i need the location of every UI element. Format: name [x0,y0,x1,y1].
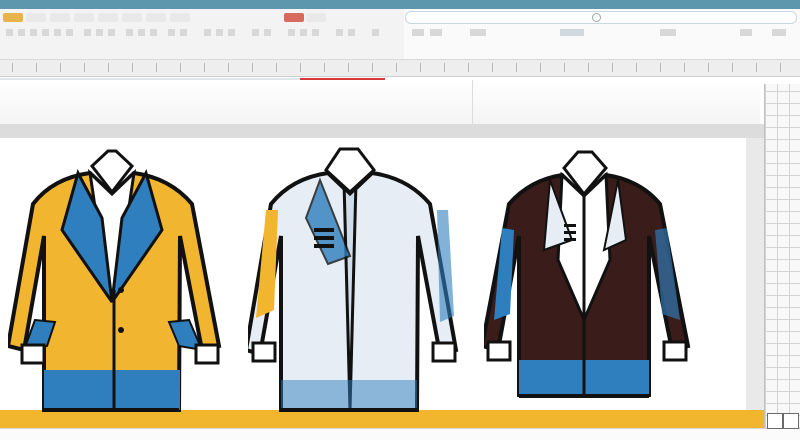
ruler-tick [12,63,13,72]
link-icon [288,29,295,36]
ruler-tick [108,63,109,72]
ruler-tick [588,63,589,72]
ruler-tick [396,63,397,72]
image-icon [216,29,223,36]
section-divider [0,124,780,138]
equation-icon [372,29,379,36]
smartart-icon [264,29,271,36]
comment-icon [300,29,307,36]
design-tab[interactable] [74,13,94,22]
page-margin [746,138,764,410]
ruler-tick [708,63,709,72]
bold-icon [42,29,49,36]
horizontal-ruler[interactable] [0,60,800,77]
ruler-tick [348,63,349,72]
ruler-tick [420,63,421,72]
format-tab[interactable] [306,13,326,22]
clipboard-icon [18,29,25,36]
align-icon [84,29,91,36]
find-icon [168,29,175,36]
review-tab[interactable] [146,13,166,22]
group-icon [430,29,442,36]
textbox-icon [336,29,343,36]
ruler-tick [36,63,37,72]
ruler-tick [780,63,781,72]
ruler-tick [156,63,157,72]
font-icon [30,29,37,36]
ruler-tick [660,63,661,72]
title-bar [0,0,800,9]
ruler-tick [372,63,373,72]
paste-icon [6,29,13,36]
ruler-tick [636,63,637,72]
ruler-tick [732,63,733,72]
table-icon [204,29,211,36]
ruler-tick [492,63,493,72]
home-tab[interactable] [26,13,46,22]
shape-icon [228,29,235,36]
ruler-tick [60,63,61,72]
side-grid-panel[interactable] [764,84,800,440]
panel-label-icon [560,29,584,36]
group-icon [740,29,752,36]
view-tab[interactable] [170,13,190,22]
grid-cell-icon [767,413,783,429]
highlight-tool-button[interactable] [284,13,304,22]
italic-icon [54,29,61,36]
ruler-tick [444,63,445,72]
search-icon [592,13,601,22]
ruler-tick [84,63,85,72]
yellow-blazer-illustration[interactable] [8,140,248,420]
status-bar [0,428,800,440]
ruler-tick [468,63,469,72]
layout-tab[interactable] [98,13,118,22]
style-icon [150,29,157,36]
ruler-tick [204,63,205,72]
search-input[interactable] [405,11,797,24]
white-jacket-svg [248,147,459,412]
ribbon [0,9,800,60]
ruler-tick [516,63,517,72]
ruler-tick [228,63,229,72]
header-icon [312,29,319,36]
underline-icon [66,29,73,36]
ruler-tick [180,63,181,72]
ruler-tick [252,63,253,72]
group-icon [772,29,786,36]
symbol-icon [348,29,355,36]
chart-icon [252,29,259,36]
ruler-tick [300,63,301,72]
indent-icon [108,29,115,36]
replace-icon [180,29,187,36]
ruler-tick [684,63,685,72]
ruler-tick [540,63,541,72]
group-icon [412,29,424,36]
style-icon [138,29,145,36]
yellow-blazer-svg [8,149,222,412]
dark-jacket-illustration[interactable] [484,140,724,420]
group-icon [470,29,486,36]
grid-cell-icon [783,413,799,429]
ruler-tick [564,63,565,72]
ruler-tick [324,63,325,72]
app-window [0,0,800,440]
document-header-area [0,80,760,124]
insert-tab[interactable] [50,13,70,22]
ruler-tick [612,63,613,72]
dark-jacket-svg [484,150,691,398]
white-jacket-illustration[interactable] [248,140,488,420]
ruler-tick [132,63,133,72]
references-tab[interactable] [122,13,142,22]
ruler-tick [276,63,277,72]
style-icon [126,29,133,36]
file-button[interactable] [3,13,23,22]
group-icon [660,29,676,36]
list-icon [96,29,103,36]
ruler-tick [756,63,757,72]
